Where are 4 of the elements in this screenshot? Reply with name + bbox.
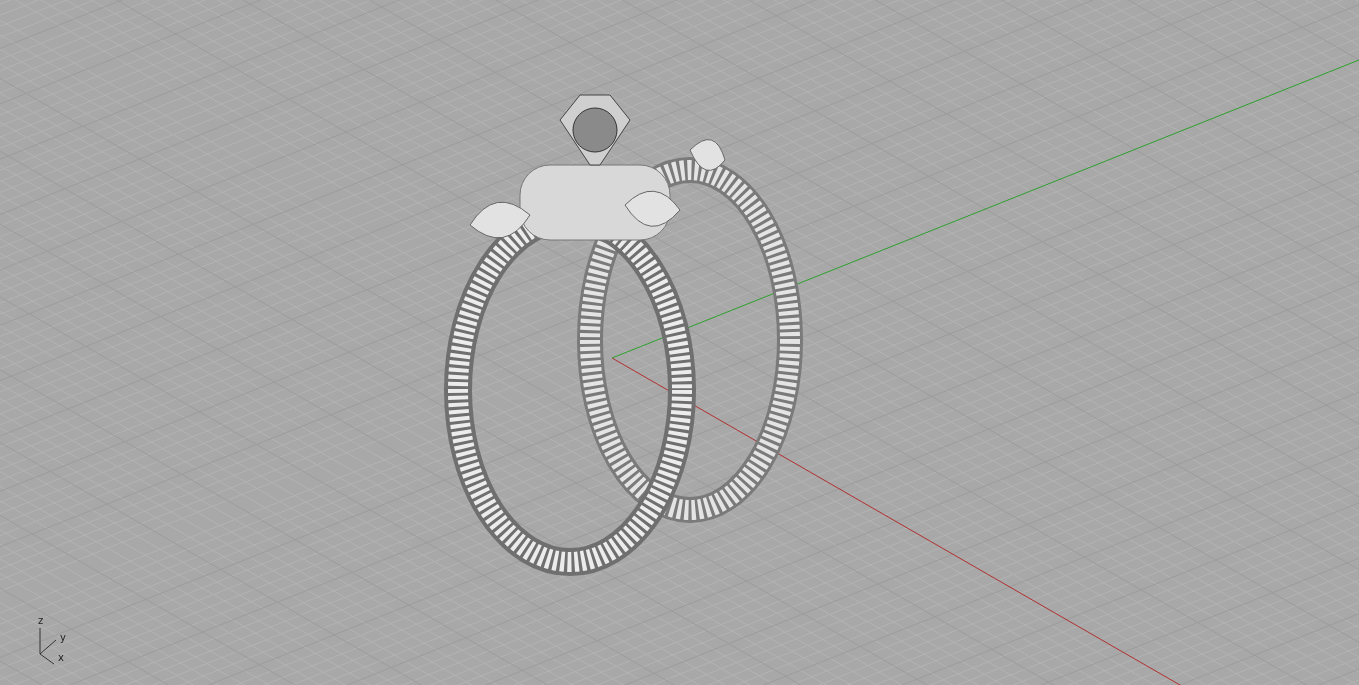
axis-gizmo-icon <box>39 627 57 665</box>
axis-label: y <box>60 632 66 643</box>
axis-label: z <box>38 615 44 626</box>
axis-label: x <box>58 652 64 663</box>
